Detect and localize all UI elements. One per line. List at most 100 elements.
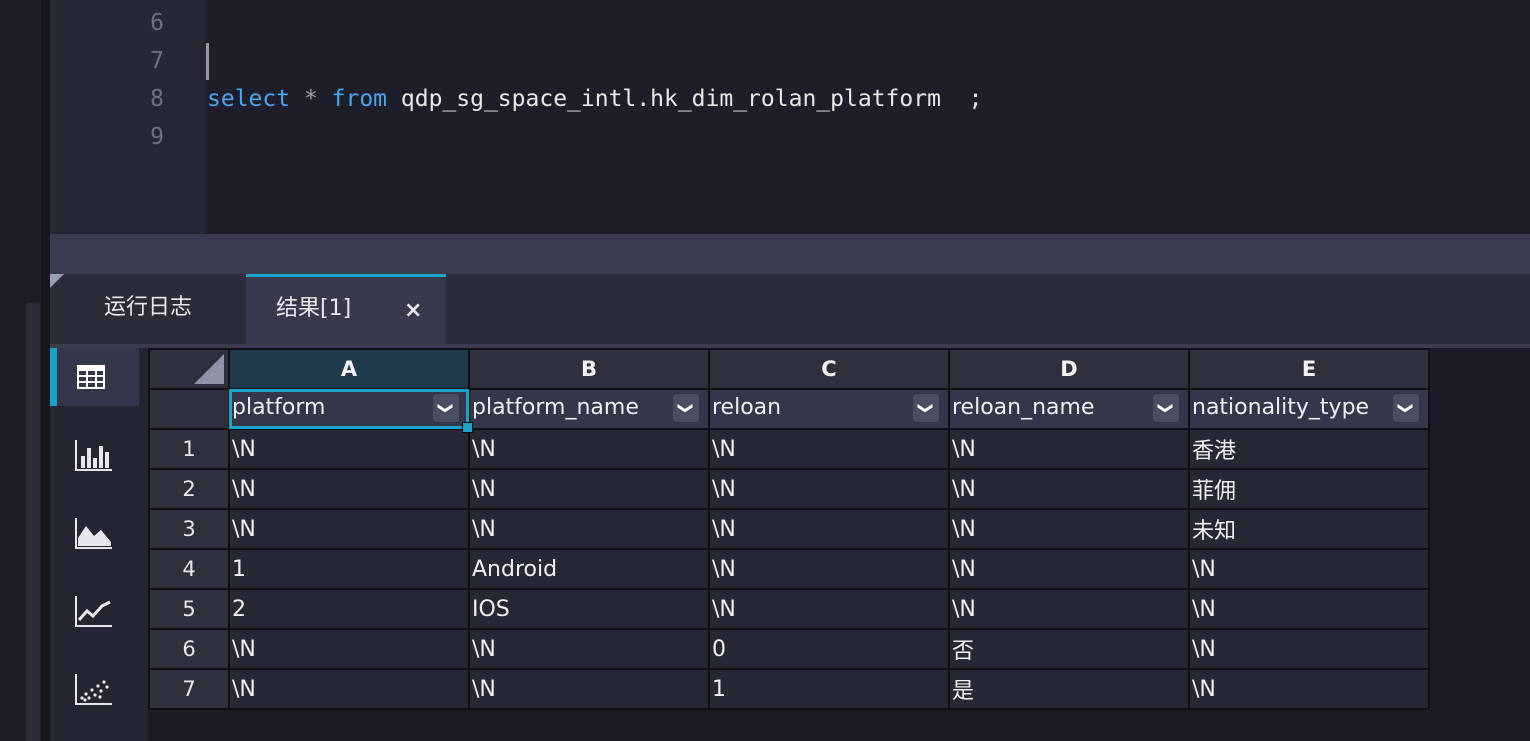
field-header-reloan[interactable]: reloan ❯ bbox=[708, 388, 950, 430]
line-number: 8 bbox=[150, 86, 164, 112]
table-cell[interactable]: \N bbox=[468, 428, 710, 470]
table-cell[interactable]: \N bbox=[228, 428, 470, 470]
operator-star: * bbox=[290, 86, 332, 112]
code-text: select * from qdp_sg_space_intl.hk_dim_r… bbox=[207, 80, 982, 118]
table-cell[interactable]: 2 bbox=[228, 588, 470, 630]
field-name: reloan_name bbox=[952, 395, 1095, 420]
table-cell[interactable]: \N bbox=[1188, 588, 1430, 630]
table-cell[interactable]: \N bbox=[468, 468, 710, 510]
table-view-button[interactable] bbox=[50, 348, 139, 406]
line-number: 6 bbox=[150, 10, 164, 36]
results-grid: A B C D E platform ❯ platform_name ❯ rel… bbox=[148, 348, 1430, 710]
table-cell[interactable]: \N bbox=[708, 428, 950, 470]
sql-editor[interactable]: 6 7 8 select * from qdp_sg_space_intl.hk… bbox=[50, 0, 1530, 234]
table-cell[interactable]: IOS bbox=[468, 588, 710, 630]
line-number: 7 bbox=[150, 48, 164, 74]
table-cell[interactable]: 1 bbox=[708, 668, 950, 710]
chevron-down-icon[interactable]: ❯ bbox=[433, 394, 459, 422]
selection-fill-handle[interactable] bbox=[462, 422, 473, 433]
tab-result-label: 结果[1] bbox=[276, 296, 352, 321]
row-number[interactable]: 1 bbox=[148, 428, 230, 470]
table-row[interactable]: 1 \N \N \N \N 香港 bbox=[148, 428, 1430, 470]
table-cell[interactable]: \N bbox=[228, 668, 470, 710]
table-cell[interactable]: \N bbox=[228, 628, 470, 670]
column-header-d[interactable]: D bbox=[948, 348, 1190, 390]
table-cell[interactable]: \N bbox=[708, 588, 950, 630]
row-number[interactable]: 3 bbox=[148, 508, 230, 550]
row-number[interactable]: 4 bbox=[148, 548, 230, 590]
table-cell[interactable]: 是 bbox=[948, 668, 1190, 710]
table-cell[interactable]: \N bbox=[1188, 628, 1430, 670]
left-scrollbar[interactable] bbox=[26, 303, 40, 741]
column-header-b[interactable]: B bbox=[468, 348, 710, 390]
line-number: 9 bbox=[150, 124, 164, 150]
close-icon[interactable]: × bbox=[404, 277, 422, 345]
table-cell[interactable]: \N bbox=[948, 548, 1190, 590]
left-divider bbox=[41, 0, 50, 741]
table-icon bbox=[77, 365, 105, 389]
table-cell[interactable]: \N bbox=[468, 508, 710, 550]
table-cell[interactable]: \N bbox=[228, 508, 470, 550]
table-cell[interactable]: \N bbox=[1188, 668, 1430, 710]
result-tab-bar: 运行日志 结果[1] × bbox=[50, 274, 1530, 344]
table-cell[interactable]: \N bbox=[1188, 548, 1430, 590]
table-cell[interactable]: \N bbox=[708, 468, 950, 510]
table-cell[interactable]: 1 bbox=[228, 548, 470, 590]
editor-line-8[interactable]: 8 select * from qdp_sg_space_intl.hk_dim… bbox=[50, 80, 1530, 118]
chevron-down-icon[interactable]: ❯ bbox=[1393, 394, 1419, 422]
table-row[interactable]: 7 \N \N 1 是 \N bbox=[148, 668, 1430, 710]
table-cell[interactable]: 未知 bbox=[1188, 508, 1430, 550]
keyword-from: from bbox=[331, 86, 388, 112]
chevron-down-icon[interactable]: ❯ bbox=[673, 394, 699, 422]
table-cell[interactable]: \N bbox=[228, 468, 470, 510]
table-cell[interactable]: 0 bbox=[708, 628, 950, 670]
table-cell[interactable]: \N bbox=[948, 468, 1190, 510]
field-header-platform[interactable]: platform ❯ bbox=[228, 388, 470, 430]
table-cell[interactable]: \N bbox=[708, 508, 950, 550]
table-row[interactable]: 3 \N \N \N \N 未知 bbox=[148, 508, 1430, 550]
column-header-c[interactable]: C bbox=[708, 348, 950, 390]
editor-line-9[interactable]: 9 bbox=[50, 118, 1530, 156]
table-row[interactable]: 2 \N \N \N \N 菲佣 bbox=[148, 468, 1430, 510]
editor-line-6[interactable]: 6 bbox=[50, 4, 1530, 42]
panel-splitter[interactable] bbox=[50, 234, 1530, 274]
table-cell[interactable]: \N bbox=[708, 548, 950, 590]
text-cursor bbox=[206, 43, 209, 80]
table-cell[interactable]: \N bbox=[948, 588, 1190, 630]
scatter-chart-view-button[interactable] bbox=[50, 660, 139, 718]
table-cell[interactable]: 菲佣 bbox=[1188, 468, 1430, 510]
table-row[interactable]: 5 2 IOS \N \N \N bbox=[148, 588, 1430, 630]
field-header-nationality-type[interactable]: nationality_type ❯ bbox=[1188, 388, 1430, 430]
table-cell[interactable]: 香港 bbox=[1188, 428, 1430, 470]
field-header-reloan-name[interactable]: reloan_name ❯ bbox=[948, 388, 1190, 430]
table-cell[interactable]: \N bbox=[948, 428, 1190, 470]
table-cell[interactable]: \N bbox=[948, 508, 1190, 550]
area-chart-view-button[interactable] bbox=[50, 504, 139, 562]
table-cell[interactable]: Android bbox=[468, 548, 710, 590]
table-cell[interactable]: 否 bbox=[948, 628, 1190, 670]
area-chart-icon bbox=[75, 518, 112, 549]
tab-run-log[interactable]: 运行日志 bbox=[50, 274, 246, 344]
editor-line-7[interactable]: 7 bbox=[50, 42, 1530, 80]
bar-chart-view-button[interactable] bbox=[50, 426, 139, 484]
row-number[interactable]: 7 bbox=[148, 668, 230, 710]
field-header-platform-name[interactable]: platform_name ❯ bbox=[468, 388, 710, 430]
select-all-corner[interactable] bbox=[148, 348, 230, 390]
bar-chart-icon bbox=[75, 440, 112, 471]
table-cell[interactable]: \N bbox=[468, 628, 710, 670]
table-cell[interactable]: \N bbox=[468, 668, 710, 710]
field-name: platform_name bbox=[472, 395, 639, 420]
select-all-icon bbox=[194, 354, 224, 384]
tab-result[interactable]: 结果[1] × bbox=[246, 274, 446, 344]
table-row[interactable]: 4 1 Android \N \N \N bbox=[148, 548, 1430, 590]
column-header-a[interactable]: A bbox=[228, 348, 470, 390]
chevron-down-icon[interactable]: ❯ bbox=[1153, 394, 1179, 422]
chevron-down-icon[interactable]: ❯ bbox=[913, 394, 939, 422]
line-chart-view-button[interactable] bbox=[50, 582, 139, 640]
row-number[interactable]: 2 bbox=[148, 468, 230, 510]
row-number[interactable]: 6 bbox=[148, 628, 230, 670]
row-number[interactable]: 5 bbox=[148, 588, 230, 630]
column-header-e[interactable]: E bbox=[1188, 348, 1430, 390]
view-switcher bbox=[50, 348, 148, 741]
table-row[interactable]: 6 \N \N 0 否 \N bbox=[148, 628, 1430, 670]
